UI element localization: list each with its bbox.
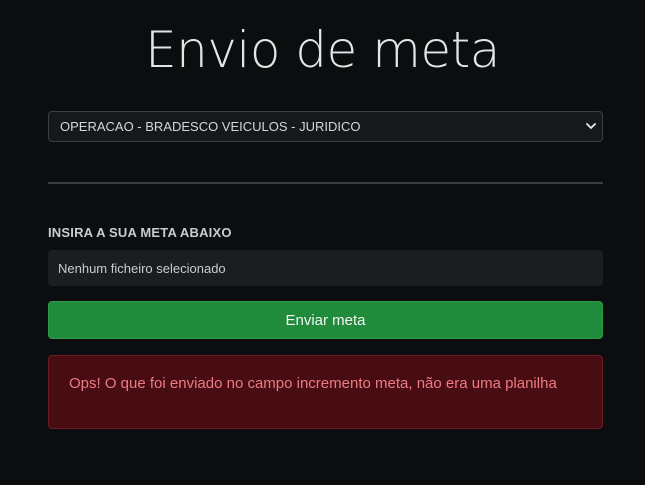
- meta-section-label: INSIRA A SUA META ABAIXO: [48, 225, 232, 240]
- section-divider: [48, 182, 603, 184]
- error-alert: Ops! O que foi enviado no campo incremen…: [48, 355, 603, 429]
- page-title: Envio de meta: [145, 21, 500, 79]
- operation-select-value: OPERACAO - BRADESCO VEICULOS - JURIDICO: [60, 119, 361, 134]
- error-alert-message: Ops! O que foi enviado no campo incremen…: [69, 375, 557, 392]
- meta-file-input[interactable]: Nenhum ficheiro selecionado: [48, 250, 603, 286]
- chevron-down-icon: [586, 123, 596, 129]
- page: Envio de meta OPERACAO - BRADESCO VEICUL…: [0, 0, 645, 485]
- submit-meta-button[interactable]: Enviar meta: [48, 301, 603, 339]
- file-input-status: Nenhum ficheiro selecionado: [58, 260, 226, 276]
- operation-select[interactable]: OPERACAO - BRADESCO VEICULOS - JURIDICO: [48, 111, 603, 142]
